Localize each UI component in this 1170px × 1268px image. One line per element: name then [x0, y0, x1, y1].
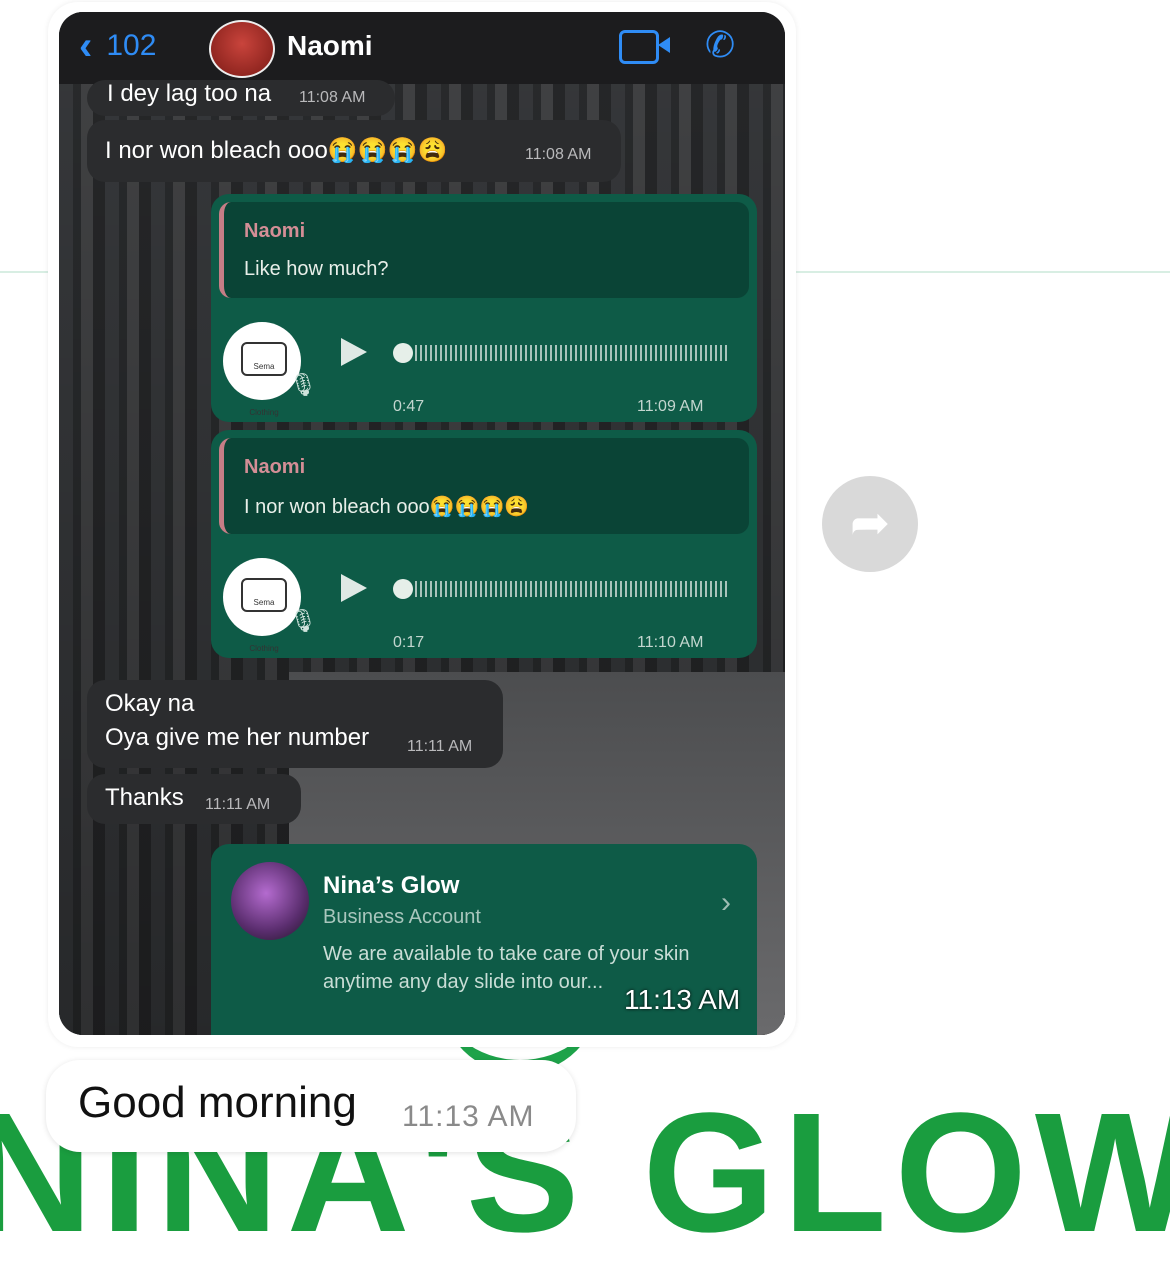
chevron-left-icon: ‹	[79, 24, 93, 68]
message-time: 11:11 AM	[407, 738, 473, 755]
audio-waveform[interactable]	[415, 581, 727, 597]
phone-icon[interactable]: ✆	[705, 24, 735, 66]
message-time: 11:11 AM	[205, 796, 271, 813]
message-time: 11:08 AM	[299, 89, 366, 106]
mic-icon: 🎙	[289, 372, 317, 397]
message-bubble[interactable]: Okay na Oya give me her number 11:11 AM	[87, 680, 503, 768]
chat-header: ‹ 102 Naomi ✆	[59, 12, 785, 84]
audio-waveform[interactable]	[415, 345, 727, 361]
message-bubble[interactable]: I dey lag too na 11:08 AM	[87, 80, 395, 116]
chat-screenshot: ‹ 102 Naomi ✆ I dey lag too na 11:08 AM …	[59, 12, 785, 1035]
message-text: I dey lag too na	[107, 80, 272, 107]
quoted-message[interactable]: Naomi Like how much?	[219, 202, 749, 298]
playback-knob[interactable]	[393, 343, 413, 363]
contact-avatar[interactable]	[209, 20, 275, 78]
voice-time: 11:10 AM	[637, 634, 704, 651]
business-name: Nina’s Glow	[323, 872, 460, 899]
sema-clothing-logo: Sema Clothing	[241, 342, 287, 417]
business-type: Business Account	[323, 906, 481, 928]
message-text: Good morning	[78, 1078, 357, 1127]
message-text: Oya give me her number	[105, 724, 370, 751]
voice-duration: 0:47	[393, 398, 425, 415]
message-time: 11:08 AM	[525, 146, 592, 163]
business-avatar	[231, 862, 309, 940]
message-bubble[interactable]: Thanks 11:11 AM	[87, 774, 301, 824]
play-icon[interactable]	[341, 574, 367, 602]
back-button[interactable]: ‹ 102	[79, 26, 156, 66]
chevron-right-icon[interactable]: ›	[721, 886, 731, 920]
contact-name[interactable]: Naomi	[287, 30, 373, 62]
message-text: Thanks	[105, 784, 184, 811]
quote-text: I nor won bleach ooo😭😭😭😩	[244, 496, 530, 518]
overlay-timestamp: 11:13 AM	[624, 984, 741, 1015]
voice-message-bubble[interactable]: Naomi Like how much? Sema Clothing 🎙 0:4…	[211, 194, 757, 422]
message-text: I nor won bleach ooo😭😭😭😩	[105, 137, 448, 164]
back-count: 102	[106, 29, 157, 62]
quote-author: Naomi	[244, 220, 306, 242]
voice-time: 11:09 AM	[637, 398, 704, 415]
sema-clothing-logo: Sema Clothing	[241, 578, 287, 653]
message-bubble[interactable]: I nor won bleach ooo😭😭😭😩 11:08 AM	[87, 120, 621, 182]
quote-text: Like how much?	[244, 258, 389, 280]
message-time: 11:13 AM	[402, 1100, 535, 1133]
playback-knob[interactable]	[393, 579, 413, 599]
voice-duration: 0:17	[393, 634, 425, 651]
message-bubble[interactable]: Good morning 11:13 AM	[46, 1060, 576, 1152]
quoted-message[interactable]: Naomi I nor won bleach ooo😭😭😭😩	[219, 438, 749, 534]
message-text: Okay na	[105, 690, 195, 717]
forward-icon[interactable]: ➦	[822, 476, 918, 572]
mic-icon: 🎙	[289, 608, 317, 633]
voice-message-bubble[interactable]: Naomi I nor won bleach ooo😭😭😭😩 Sema Clot…	[211, 430, 757, 658]
video-call-icon[interactable]	[619, 30, 670, 64]
play-icon[interactable]	[341, 338, 367, 366]
quote-author: Naomi	[244, 456, 306, 478]
